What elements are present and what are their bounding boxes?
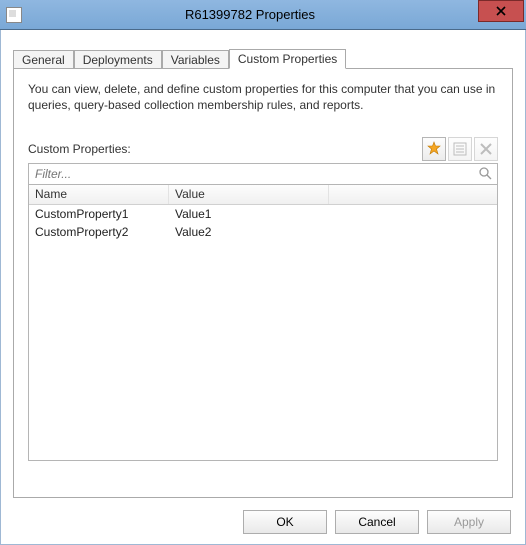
toolbar: [422, 137, 498, 161]
table-row[interactable]: CustomProperty2Value2: [29, 223, 497, 241]
description-text: You can view, delete, and define custom …: [28, 81, 498, 113]
cell-name: CustomProperty2: [29, 223, 169, 241]
search-icon[interactable]: [477, 166, 493, 183]
tab-deployments[interactable]: Deployments: [74, 50, 162, 69]
titlebar: R61399782 Properties: [0, 0, 526, 30]
close-button[interactable]: [478, 0, 524, 22]
table-row[interactable]: CustomProperty1Value1: [29, 205, 497, 223]
filter-box[interactable]: [28, 163, 498, 185]
tab-content: You can view, delete, and define custom …: [13, 68, 513, 498]
cell-value: Value1: [169, 205, 329, 223]
cell-value: Value2: [169, 223, 329, 241]
column-header-name[interactable]: Name: [29, 185, 169, 204]
tab-strip: General Deployments Variables Custom Pro…: [13, 46, 513, 68]
column-header-value[interactable]: Value: [169, 185, 329, 204]
column-header-blank: [329, 185, 497, 204]
delete-button[interactable]: [474, 137, 498, 161]
tab-variables[interactable]: Variables: [162, 50, 229, 69]
grid-rows: CustomProperty1Value1CustomProperty2Valu…: [29, 205, 497, 241]
tab-general[interactable]: General: [13, 50, 74, 69]
window-body: General Deployments Variables Custom Pro…: [0, 30, 526, 545]
window-title: R61399782 Properties: [22, 7, 478, 22]
grid-header[interactable]: Name Value: [29, 185, 497, 205]
cell-name: CustomProperty1: [29, 205, 169, 223]
dialog-buttons: OK Cancel Apply: [243, 510, 511, 534]
new-property-button[interactable]: [422, 137, 446, 161]
properties-grid[interactable]: Name Value CustomProperty1Value1CustomPr…: [28, 185, 498, 461]
properties-icon: [452, 141, 468, 157]
tab-custom-properties[interactable]: Custom Properties: [229, 49, 346, 69]
delete-icon: [478, 141, 494, 157]
close-icon: [496, 6, 506, 16]
properties-button[interactable]: [448, 137, 472, 161]
apply-button[interactable]: Apply: [427, 510, 511, 534]
cancel-button[interactable]: Cancel: [335, 510, 419, 534]
ok-button[interactable]: OK: [243, 510, 327, 534]
filter-input[interactable]: [33, 166, 477, 182]
starburst-icon: [426, 141, 442, 157]
custom-properties-label: Custom Properties:: [28, 142, 131, 156]
system-icon: [6, 7, 22, 23]
